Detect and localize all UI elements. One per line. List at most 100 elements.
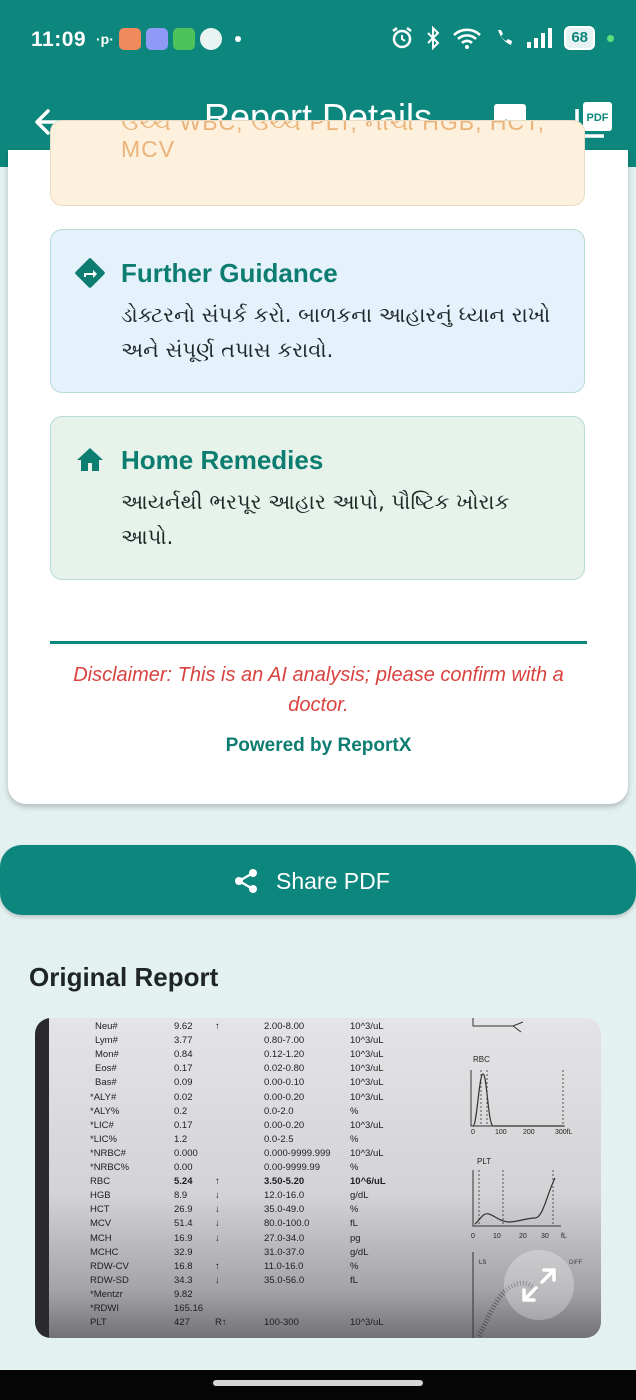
plt-axis-0: 0	[471, 1233, 475, 1240]
report-cell-name: MCHC	[90, 1246, 119, 1258]
report-cell-range: 0.00-0.10	[264, 1077, 305, 1089]
report-cell-range: 12.0-16.0	[264, 1190, 305, 1202]
report-cell-flag: ↓	[215, 1218, 220, 1230]
report-row: *ALY# 0.02 0.00-0.20 10^3/uL	[35, 1092, 465, 1106]
report-cell-range: 0.00-0.20	[264, 1119, 305, 1131]
report-row: HGB 8.9 ↓ 12.0-16.0 g/dL	[35, 1190, 465, 1204]
graph-label-rbc: RBC	[473, 1055, 490, 1064]
gallery-app-icon	[145, 28, 168, 50]
report-cell-unit: 10^3/uL	[350, 1077, 384, 1089]
report-row: *ALY% 0.2 0.0-2.0%	[35, 1106, 465, 1120]
home-icon	[77, 448, 103, 471]
rbc-axis-3: 300fL	[555, 1129, 573, 1136]
report-cell-name: RBC	[90, 1176, 111, 1188]
report-row: *RDWI 165.16	[35, 1303, 465, 1317]
divider	[50, 641, 587, 644]
report-cell-unit: 10^3/uL	[350, 1049, 384, 1061]
report-cell-unit: 10^3/uL	[350, 1035, 384, 1047]
report-cell-flag: ↑	[215, 1176, 220, 1188]
report-cell-value: 34.3	[174, 1274, 193, 1286]
report-cell-value: 8.9	[174, 1190, 188, 1202]
report-cell-unit: 10^3/uL	[350, 1063, 384, 1075]
report-cell-name: RDW-SD	[90, 1274, 129, 1286]
report-cell-range: 0.00-0.20	[264, 1091, 305, 1103]
graph-label-plt: PLT	[477, 1157, 491, 1166]
report-cell-name: RDW-CV	[90, 1260, 129, 1272]
report-cell-range: 35.0-56.0	[264, 1274, 305, 1286]
report-cell-value: 0.84	[174, 1049, 193, 1061]
report-cell-unit: g/dL	[350, 1190, 369, 1202]
pdf-icon-text: PDF	[587, 112, 609, 124]
home-gesture-handle[interactable]	[213, 1380, 423, 1386]
further-guidance-heading: Further Guidance	[121, 257, 338, 288]
report-row: *LIC# 0.17 0.00-0.20 10^3/uL	[35, 1120, 465, 1134]
report-cell-unit: %	[350, 1105, 359, 1117]
report-cell-range: 0.02-0.80	[264, 1063, 305, 1075]
status-time: 11:09	[31, 28, 87, 51]
rbc-axis-2: 200	[523, 1129, 535, 1136]
report-cell-unit: g/dL	[350, 1246, 369, 1258]
report-cell-name: Mon#	[95, 1049, 119, 1061]
report-cell-range: 0.12-1.20	[264, 1049, 305, 1061]
report-cell-range: 0.0-2.5	[264, 1133, 294, 1145]
report-row: MCH 16.9 ↓ 27.0-34.0 pg	[35, 1233, 465, 1247]
report-cell-value: 427	[174, 1317, 190, 1329]
report-cell-unit: 10^3/uL	[350, 1147, 384, 1159]
report-cell-name: Eos#	[95, 1063, 117, 1075]
report-cell-value: 16.9	[174, 1232, 193, 1244]
phone-app-icon	[172, 28, 195, 50]
report-cell-name: *Mentzr	[90, 1288, 123, 1300]
report-cell-unit: 10^3/uL	[350, 1091, 384, 1103]
report-row: Bas# 0.09 0.00-0.10 10^3/uL	[35, 1077, 465, 1091]
further-guidance-box: Further Guidance ડોક્ટરનો સંપર્ક કરો. બા…	[50, 229, 585, 393]
report-cell-range: 35.0-49.0	[264, 1204, 305, 1216]
report-cell-value: 0.00	[174, 1162, 193, 1173]
report-cell-range: 31.0-37.0	[264, 1246, 305, 1258]
expand-button[interactable]	[504, 1250, 574, 1320]
report-row: RDW-CV 16.8 ↑ 11.0-16.0%	[35, 1261, 465, 1275]
report-cell-name: *LIC#	[90, 1119, 114, 1131]
report-cell-name: MCV	[90, 1218, 112, 1230]
report-row: *LIC% 1.2 0.0-2.5%	[35, 1134, 465, 1148]
report-cell-flag: ↑	[215, 1260, 220, 1272]
report-cell-range: 0.0-2.0	[264, 1105, 294, 1117]
wifi-icon	[453, 28, 482, 49]
report-row: Mon# 0.84 0.12-1.20 10^3/uL	[35, 1049, 465, 1063]
report-cell-unit: 10^3/uL	[350, 1021, 384, 1032]
report-cell-unit: fL	[350, 1274, 358, 1286]
report-cell-unit: %	[350, 1260, 359, 1272]
report-cell-name: HCT	[90, 1204, 110, 1216]
report-cell-name: *NRBC#	[90, 1147, 126, 1159]
report-cell-unit: 10^3/uL	[350, 1119, 384, 1131]
directions-icon	[75, 258, 105, 288]
expand-icon	[522, 1268, 556, 1302]
report-row: RBC 5.24 ↑ 3.50-5.20 10^6/uL	[35, 1176, 465, 1190]
report-cell-unit: 10^3/uL	[350, 1317, 384, 1329]
report-cell-value: 5.24	[174, 1176, 193, 1188]
report-row: RDW-SD 34.3 ↓ 35.0-56.0 fL	[35, 1275, 465, 1289]
graph-label-ls: LS	[479, 1260, 486, 1266]
report-cell-name: Bas#	[95, 1077, 117, 1089]
report-cell-unit: %	[350, 1162, 359, 1173]
report-cell-name: *ALY#	[90, 1091, 117, 1103]
report-cell-value: 9.62	[174, 1021, 193, 1032]
notification-icons: ·p·	[96, 28, 241, 50]
report-cell-name: Lym#	[95, 1035, 118, 1047]
summary-text-partial: ઉચ્ચ WBC, ઉચ્ચ PLT, નીચા HGB, HCT, MCV	[121, 120, 546, 162]
share-pdf-button[interactable]: Share PDF	[0, 845, 636, 915]
report-cell-name: *NRBC%	[90, 1162, 130, 1173]
summary-box: ઉચ્ચ WBC, ઉચ્ચ PLT, નીચા HGB, HCT, MCV	[50, 120, 585, 206]
report-cell-flag: ↓	[215, 1190, 220, 1202]
system-icons: 68	[390, 26, 614, 50]
battery-level: 68	[564, 26, 595, 50]
report-row: MCHC 32.9 31.0-37.0 g/dL	[35, 1247, 465, 1261]
report-cell-unit: %	[350, 1204, 359, 1216]
report-cell-range: 11.0-16.0	[264, 1260, 304, 1272]
report-row: *Mentzr 9.82	[35, 1289, 465, 1303]
report-cell-name: *ALY%	[90, 1105, 120, 1117]
report-cell-range: 0.80-7.00	[264, 1035, 305, 1047]
further-guidance-text: ડોક્ટરનો સંપર્ક કરો. બાળકના આહારનું ધ્યા…	[121, 303, 551, 362]
vpn-app-icon	[199, 28, 222, 50]
report-cell-value: 3.77	[174, 1035, 193, 1047]
alarm-icon	[392, 27, 413, 49]
